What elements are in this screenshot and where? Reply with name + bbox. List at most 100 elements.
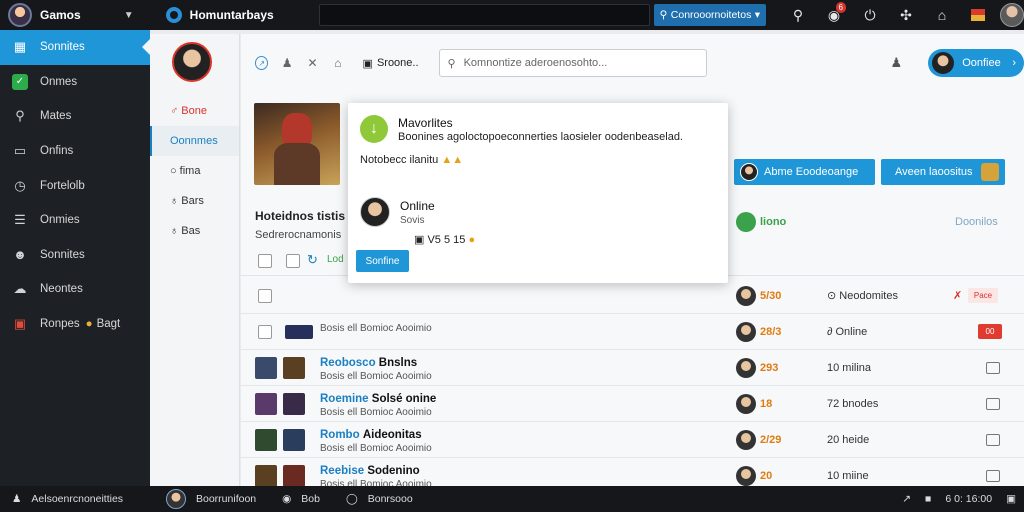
row-status: 72 bnodes bbox=[827, 397, 879, 410]
row-thumbnail[interactable] bbox=[283, 392, 305, 415]
row-count: 293 bbox=[760, 361, 779, 374]
row-title[interactable]: Roemine Solsé onine bbox=[320, 393, 436, 405]
profile-avatar bbox=[8, 3, 32, 27]
sidebar-item-mates[interactable]: ⚲ Mates bbox=[0, 99, 150, 134]
row-thumbnail[interactable] bbox=[255, 464, 277, 487]
notifications-icon[interactable]: ◉ 6 bbox=[816, 0, 852, 30]
row-status: ∂ Online bbox=[827, 325, 868, 338]
row-title[interactable]: Reebise Sodenino bbox=[320, 465, 432, 477]
sidebar-item-fortelolb[interactable]: ◷ Fortelolb bbox=[0, 168, 150, 203]
table-row[interactable]: Bosis ell Bomioc Aooimio 28/3 ∂ Online 00 bbox=[241, 314, 1024, 350]
controller-icon[interactable]: ✣ bbox=[888, 0, 924, 30]
share-icon[interactable]: ↗ bbox=[902, 493, 911, 505]
row-title[interactable]: Rombo Aideonitas bbox=[320, 429, 432, 441]
pin-icon[interactable]: ♟ bbox=[280, 56, 293, 70]
bottom-right: ↗ ■ 6 0: 16:00 ▣ bbox=[902, 493, 1024, 505]
column-header-right[interactable]: Doonilos bbox=[955, 216, 998, 228]
sidebar-item-onmies[interactable]: ☰ Onmies bbox=[0, 203, 150, 238]
sidebar-item-sonnites[interactable]: ▦ Sonnites bbox=[0, 30, 150, 65]
chevron-down-icon: ▼ bbox=[123, 9, 134, 21]
row-action-box[interactable] bbox=[986, 433, 1000, 446]
account-avatar[interactable] bbox=[1000, 3, 1024, 27]
content-search-input[interactable]: ⚲ Komnontize aderoenosohto... bbox=[438, 49, 707, 77]
info-icon[interactable]: ↗ bbox=[255, 56, 269, 70]
game-banner-image[interactable] bbox=[254, 103, 340, 185]
row-thumbnail[interactable] bbox=[283, 356, 305, 379]
row-badge[interactable]: 00 bbox=[978, 324, 1002, 339]
subnav-item-bars[interactable]: ♁ Bars bbox=[150, 186, 239, 216]
select-all-checkbox[interactable] bbox=[258, 254, 272, 268]
row-title[interactable]: Reobosco Bnslns bbox=[320, 357, 432, 369]
magnifier-icon[interactable]: ⚲ bbox=[780, 0, 816, 30]
row-checkbox[interactable] bbox=[258, 324, 272, 339]
clock-icon: ◷ bbox=[14, 177, 26, 193]
action-button-1[interactable]: Abme Eoodeoange bbox=[734, 159, 875, 185]
user-menu-button[interactable]: Oonfiee › bbox=[928, 49, 1024, 77]
row-action-box[interactable] bbox=[986, 361, 1000, 374]
tag-icon: ♁ bbox=[170, 195, 179, 207]
refresh-icon[interactable]: ↻ bbox=[307, 252, 318, 268]
table-row[interactable]: 5/30 ⊙ Neodomites ✗ Pace bbox=[241, 278, 1024, 314]
toolbar-label[interactable]: ▣ Sroone.. bbox=[363, 57, 419, 70]
stop-icon[interactable]: ■ bbox=[925, 493, 931, 505]
user-menu-avatar bbox=[932, 52, 955, 74]
row-thumbnail[interactable] bbox=[255, 356, 277, 379]
bottom-item-2[interactable]: Bonrsooo bbox=[368, 493, 413, 505]
search-button[interactable]: ⚲ Conrooornoitetos ▾ bbox=[653, 4, 766, 26]
circle-icon: ○ bbox=[170, 165, 177, 177]
flag-icon[interactable] bbox=[960, 0, 996, 30]
home-icon[interactable]: ⌂ bbox=[924, 0, 960, 30]
bottom-left[interactable]: ♟ Aelsoenrcnoneitties bbox=[0, 493, 150, 505]
close-icon[interactable]: ✕ bbox=[306, 56, 319, 70]
bottom-item-1[interactable]: Bob bbox=[301, 493, 320, 505]
row-count: 20 bbox=[760, 469, 773, 482]
row-thumbnail[interactable] bbox=[283, 464, 305, 487]
user-avatar[interactable] bbox=[172, 42, 212, 82]
popup-online-label: Online bbox=[400, 199, 435, 213]
sidebar-item-sonnites-2[interactable]: ☻ Sonnites bbox=[0, 238, 150, 273]
profile-switcher[interactable]: Gamos ▼ bbox=[0, 0, 148, 30]
row-count: 2/29 bbox=[760, 433, 782, 446]
subnav-item-oonnmes[interactable]: Oonnmes bbox=[150, 126, 239, 156]
checkbox[interactable] bbox=[286, 254, 300, 268]
sidebar-item-ronpes[interactable]: ▣ Ronpes ● Bagt bbox=[0, 307, 150, 342]
row-thumbnail[interactable] bbox=[283, 428, 305, 451]
brand-name: Homuntarbays bbox=[189, 8, 274, 22]
subnav-item-bas[interactable]: ♁ Bas bbox=[150, 216, 239, 246]
document-icon: ▭ bbox=[13, 143, 27, 159]
row-action-box[interactable] bbox=[986, 469, 1000, 482]
sidebar-item-onmes[interactable]: ✓ Onmes bbox=[0, 65, 150, 100]
global-search-input[interactable] bbox=[319, 4, 650, 26]
row-action-box[interactable] bbox=[986, 397, 1000, 410]
sidebar-item-onfins[interactable]: ▭ Onfins bbox=[0, 134, 150, 169]
table-row[interactable]: Roemine Solsé onine Bosis ell Bomioc Aooi… bbox=[241, 386, 1024, 422]
dislike-icon[interactable]: ✗ bbox=[953, 289, 962, 302]
popup-stats-text: V5 5 15 bbox=[427, 234, 466, 246]
column-avatar bbox=[736, 212, 756, 232]
popup-confirm-button[interactable]: Sonfine bbox=[356, 250, 409, 272]
sidebar-item-neontes[interactable]: ☁ Neontes bbox=[0, 272, 150, 307]
row-thumbnail[interactable] bbox=[255, 392, 277, 415]
bottom-avatar[interactable] bbox=[166, 489, 186, 509]
subnav-item-bone[interactable]: ♂ Bone bbox=[150, 96, 239, 126]
table-row[interactable]: Reobosco Bnslns Bosis ell Bomioc Aooimio 2… bbox=[241, 350, 1024, 386]
chat-icon[interactable]: ▣ bbox=[1006, 493, 1016, 505]
controller-icon[interactable]: ◉ bbox=[282, 493, 291, 505]
grid-icon: ▦ bbox=[13, 39, 27, 55]
subnav-item-fima[interactable]: ○ fima bbox=[150, 156, 239, 186]
row-checkbox[interactable] bbox=[258, 288, 272, 303]
section-title: Hoteidnos tistis bbox=[255, 209, 346, 223]
circle-icon[interactable]: ◯ bbox=[346, 493, 358, 505]
table-row[interactable]: Rombo Aideonitas Bosis ell Bomioc Aooimio… bbox=[241, 422, 1024, 458]
brand[interactable]: Homuntarbays bbox=[148, 7, 317, 23]
subnav-item-label: fima bbox=[179, 165, 201, 177]
row-thumbnail[interactable] bbox=[255, 428, 277, 451]
row-avatar bbox=[736, 429, 756, 450]
home-icon[interactable]: ⌂ bbox=[331, 56, 344, 70]
search-placeholder: Komnontize aderoenosohto... bbox=[463, 57, 608, 69]
power-icon[interactable]: ⏻ bbox=[852, 0, 888, 30]
row-badge[interactable]: Pace bbox=[968, 288, 998, 303]
user-icon[interactable]: ♟ bbox=[891, 55, 903, 71]
brand-logo-icon bbox=[165, 7, 182, 23]
action-button-2[interactable]: Aveen laoositus bbox=[881, 159, 1005, 185]
